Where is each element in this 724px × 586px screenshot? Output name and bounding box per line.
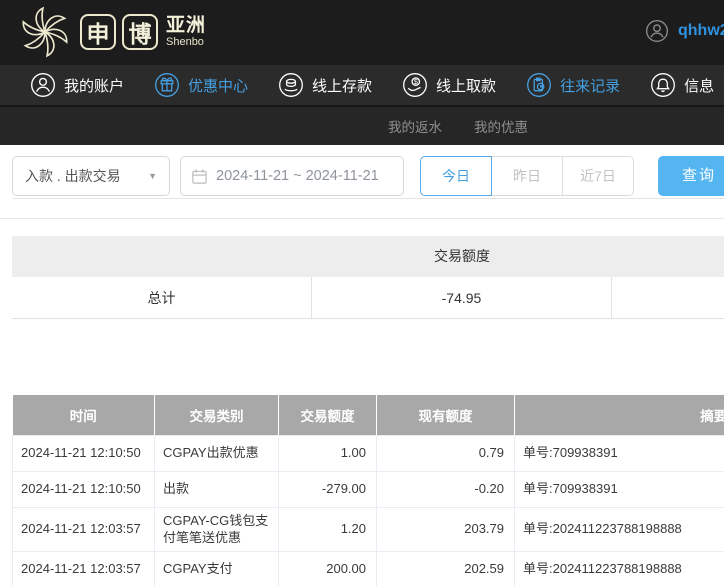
table-row: 2024-11-21 12:10:50 CGPAY出款优惠 1.00 0.79 … [12,434,724,472]
deposit-icon [279,73,303,97]
summary-empty-cell [612,277,724,318]
divider [0,218,724,219]
user-icon [30,72,56,98]
main-nav: 我的账户 优惠中心 线上存款 $ 线上取款 往来记录 信息 [0,65,724,107]
summary-header-row: 交易额度 [12,236,724,277]
flower-logo-icon [22,6,68,58]
withdraw-icon: $ [403,73,427,97]
cell-summary: 单号:709938391 [514,434,724,472]
nav-item-my-account[interactable]: 我的账户 [30,72,124,98]
col-header-amount: 交易额度 [278,395,377,435]
cell-balance: 0.79 [376,434,515,472]
nav-label: 优惠中心 [188,77,249,95]
cell-type: CGPAY支付 [154,550,279,586]
summary-header-label: 交易额度 [434,248,490,264]
subnav-my-promos[interactable]: 我的优惠 [474,116,528,136]
transaction-type-value: 入款 . 出款交易 [25,168,121,184]
cell-amount: 200.00 [278,550,377,586]
gift-icon [155,73,179,97]
page: 申 博 亚洲 Shenbo qhhw2 我的账户 优惠中心 线上存款 $ 线上取… [0,0,724,586]
cell-balance: 203.79 [376,506,515,552]
summary-total-row: 总计 -74.95 [12,277,724,319]
cell-balance: 202.59 [376,550,515,586]
cell-time: 2024-11-21 12:03:57 [12,550,155,586]
cell-type: CGPAY-CG钱包支付笔笔送优惠 [154,506,279,552]
transaction-type-select[interactable]: 入款 . 出款交易 ▼ [12,156,170,196]
cell-type: 出款 [154,470,279,508]
date-range-value: 2024-11-21 ~ 2024-11-21 [216,168,379,184]
table-header-row: 时间 交易类别 交易额度 现有额度 摘要 [12,395,724,435]
cell-amount: -279.00 [278,470,377,508]
yesterday-button[interactable]: 昨日 [491,156,563,196]
cell-amount: 1.20 [278,506,377,552]
summary-total-label: 总计 [12,277,312,318]
nav-item-messages[interactable]: 信息 [650,72,714,98]
table-row: 2024-11-21 12:03:57 CGPAY支付 200.00 202.5… [12,550,724,586]
calendar-icon [192,168,207,184]
nav-item-records[interactable]: 往来记录 [526,72,620,98]
brand-char-1: 申 [80,14,116,50]
today-button[interactable]: 今日 [420,156,492,196]
table-row: 2024-11-21 12:10:50 出款 -279.00 -0.20 单号:… [12,470,724,508]
nav-label: 信息 [684,77,715,95]
table-row: 2024-11-21 12:03:57 CGPAY-CG钱包支付笔笔送优惠 1.… [12,506,724,552]
col-header-summary: 摘要 [514,395,724,435]
nav-label: 我的账户 [64,77,125,95]
brand-region: 亚洲 [166,15,207,36]
cell-type: CGPAY出款优惠 [154,434,279,472]
nav-label: 线上存款 [312,77,373,95]
last7days-button[interactable]: 近7日 [562,156,634,196]
records-icon [527,73,552,97]
divider [12,198,724,199]
cell-balance: -0.20 [376,470,515,508]
cell-summary: 单号:202411223788198888 [514,550,724,586]
cell-time: 2024-11-21 12:10:50 [12,434,155,472]
chevron-down-icon: ▼ [148,171,157,181]
cell-time: 2024-11-21 12:03:57 [12,506,155,552]
search-button[interactable]: 查询 [658,156,724,196]
nav-label: 往来记录 [560,77,621,95]
bell-icon [651,73,676,97]
cell-summary: 单号:709938391 [514,470,724,508]
date-range-input[interactable]: 2024-11-21 ~ 2024-11-21 [180,156,404,196]
col-header-balance: 现有额度 [376,395,515,435]
user-account[interactable]: qhhw2 [645,19,724,43]
top-header: 申 博 亚洲 Shenbo qhhw2 [0,0,724,65]
nav-label: 线上取款 [436,77,497,95]
nav-item-deposit[interactable]: 线上存款 [278,72,372,98]
col-header-time: 时间 [12,395,155,435]
subnav-my-rebate[interactable]: 我的返水 [388,116,442,136]
brand-logo[interactable]: 申 博 亚洲 Shenbo [16,3,206,61]
cell-summary: 单号:202411223788198888 [514,506,724,552]
summary-total-value: -74.95 [312,277,612,318]
brand-subtitle: Shenbo [166,36,204,48]
summary-table: 交易额度 总计 -74.95 [12,236,724,319]
user-avatar-icon [645,19,669,43]
cell-amount: 1.00 [278,434,377,472]
brand-char-2: 博 [122,14,158,50]
col-header-type: 交易类别 [154,395,279,435]
sub-nav: 我的返水 我的优惠 [0,107,724,145]
quick-date-buttons: 今日 昨日 近7日 [420,156,634,196]
cell-time: 2024-11-21 12:10:50 [12,470,155,508]
transactions-table: 时间 交易类别 交易额度 现有额度 摘要 2024-11-21 12:10:50… [12,395,724,586]
nav-item-promotions[interactable]: 优惠中心 [154,72,248,98]
nav-item-withdraw[interactable]: $ 线上取款 [402,72,496,98]
username-text: qhhw2 [678,22,724,39]
